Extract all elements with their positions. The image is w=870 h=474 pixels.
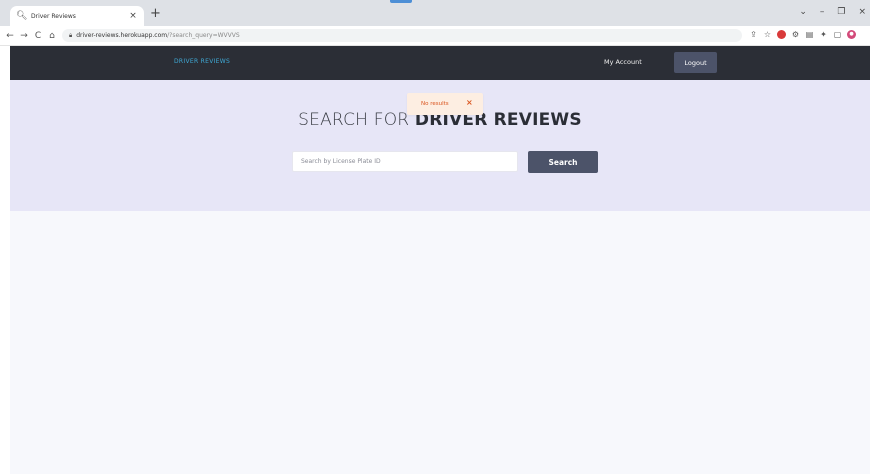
new-tab-button[interactable]: + (150, 7, 161, 21)
tab-strip-indicator (390, 0, 412, 3)
close-window-icon[interactable]: × (858, 7, 866, 17)
url-text: driver-reviews.herokuapp.com/?search_que… (76, 32, 239, 39)
search-button[interactable]: Search (528, 151, 598, 173)
reader-icon[interactable]: ▤ (805, 30, 814, 39)
tools-icon[interactable]: ⚙ (791, 30, 800, 39)
extensions-bar: ⇪ ☆ ⚙ ▤ ✦ ▢ ● (744, 30, 856, 39)
home-icon[interactable]: ⌂ (46, 31, 58, 41)
no-results-toast: No results × (407, 93, 483, 115)
lock-icon[interactable]: 🔒︎ (69, 32, 72, 40)
magnifier-favicon-icon: 🔍︎ (16, 11, 28, 21)
title-prefix: SEARCH FOR (298, 110, 415, 130)
license-plate-search-input[interactable] (292, 151, 518, 172)
minimize-icon[interactable]: – (820, 7, 825, 17)
brand-link[interactable]: DRIVER REVIEWS (174, 58, 230, 65)
url-path: /?search_query=WVVVS (167, 32, 240, 39)
address-bar-row: ← → C ⌂ 🔒︎ driver-reviews.herokuapp.com/… (0, 26, 870, 46)
url-host: driver-reviews.herokuapp.com (76, 32, 168, 39)
restore-icon[interactable]: ❐ (837, 7, 845, 17)
window-controls: ⌄ – ❐ × (799, 3, 870, 21)
toast-message: No results (421, 101, 449, 107)
forward-icon[interactable]: → (18, 31, 30, 41)
url-bar[interactable]: 🔒︎ driver-reviews.herokuapp.com/?search_… (62, 29, 742, 42)
web-page: DRIVER REVIEWS My Account Logout SEARCH … (10, 46, 870, 474)
profile-avatar[interactable]: ● (847, 30, 856, 39)
red-extension-icon[interactable] (777, 30, 786, 39)
logout-button[interactable]: Logout (674, 52, 717, 73)
puzzle-icon[interactable]: ✦ (819, 30, 828, 39)
share-icon[interactable]: ⇪ (749, 30, 758, 39)
tab-close-icon[interactable]: × (128, 11, 138, 21)
star-icon[interactable]: ☆ (763, 30, 772, 39)
sidebar-icon[interactable]: ▢ (833, 30, 842, 39)
toast-close-icon[interactable]: × (466, 98, 473, 107)
tab-title: Driver Reviews (31, 12, 76, 20)
browser-tab-strip: 🔍︎ Driver Reviews × + ⌄ – ❐ × (0, 0, 870, 26)
tab-search-icon[interactable]: ⌄ (799, 7, 807, 17)
site-navbar: DRIVER REVIEWS My Account Logout (10, 46, 870, 80)
reload-icon[interactable]: C (32, 31, 44, 41)
browser-tab[interactable]: 🔍︎ Driver Reviews × (10, 6, 144, 26)
back-icon[interactable]: ← (4, 31, 16, 41)
my-account-link[interactable]: My Account (604, 58, 642, 66)
